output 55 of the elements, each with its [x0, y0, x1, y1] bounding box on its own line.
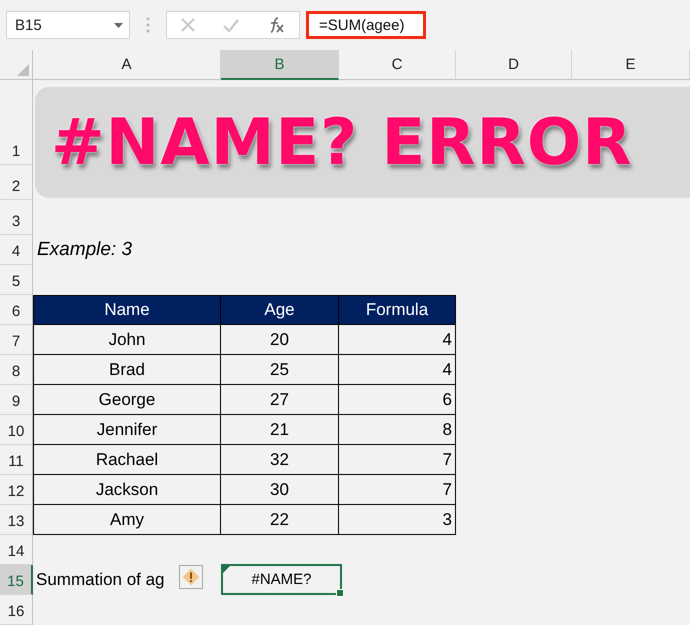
table-cell: 21 — [221, 415, 339, 445]
row-header[interactable]: 1 — [0, 80, 33, 165]
row-header[interactable]: 5 — [0, 265, 33, 295]
table-cell: Amy — [33, 505, 221, 535]
selected-cell[interactable]: #NAME? — [221, 564, 342, 595]
table-cell: 30 — [221, 475, 339, 505]
table-cell: John — [33, 325, 221, 355]
row-header[interactable]: 3 — [0, 200, 33, 235]
error-warning-icon[interactable] — [179, 565, 203, 589]
formula-field[interactable]: =SUM(agee) — [306, 11, 426, 39]
table-cell: 7 — [339, 445, 456, 475]
table-cell: 4 — [339, 325, 456, 355]
table-cell: 6 — [339, 385, 456, 415]
table-cell: 3 — [339, 505, 456, 535]
error-indicator-icon — [223, 566, 230, 573]
table-cell: 25 — [221, 355, 339, 385]
column-header[interactable]: E — [572, 50, 690, 80]
table-cell: 4 — [339, 355, 456, 385]
example-label: Example: 3 — [36, 238, 134, 262]
table-cell: George — [33, 385, 221, 415]
summation-label: Summation of ag — [36, 570, 165, 590]
row-header[interactable]: 11 — [0, 445, 33, 475]
row-header[interactable]: 15 — [0, 565, 33, 595]
dropdown-caret-icon[interactable] — [114, 22, 123, 28]
table-cell: Jennifer — [33, 415, 221, 445]
table-cell: 32 — [221, 445, 339, 475]
row-header[interactable]: 12 — [0, 475, 33, 505]
row-header[interactable]: 2 — [0, 165, 33, 200]
title-banner: #NAME? ERROR — [35, 87, 690, 198]
table-cell: 22 — [221, 505, 339, 535]
column-header[interactable]: C — [339, 50, 456, 80]
table-header: Age — [221, 295, 339, 325]
row-header[interactable]: 10 — [0, 415, 33, 445]
table-cell: Jackson — [33, 475, 221, 505]
row-header[interactable]: 9 — [0, 385, 33, 415]
row-header[interactable]: 7 — [0, 325, 33, 355]
column-header[interactable]: A — [33, 50, 221, 80]
table-cell: 8 — [339, 415, 456, 445]
table-cell: Brad — [33, 355, 221, 385]
table-cell: 7 — [339, 475, 456, 505]
row-header[interactable]: 16 — [0, 595, 33, 625]
table-header: Formula — [339, 295, 456, 325]
row-header[interactable]: 8 — [0, 355, 33, 385]
checkmark-icon[interactable] — [223, 18, 239, 32]
column-header[interactable]: B — [221, 50, 339, 80]
table-cell: 20 — [221, 325, 339, 355]
row-header[interactable]: 13 — [0, 505, 33, 535]
fill-handle[interactable] — [336, 589, 344, 597]
drag-handle-icon — [146, 17, 150, 33]
table-cell: Rachael — [33, 445, 221, 475]
row-header[interactable]: 4 — [0, 235, 33, 265]
table-cell: 27 — [221, 385, 339, 415]
column-header[interactable]: D — [456, 50, 572, 80]
name-box[interactable]: B15 — [6, 11, 130, 39]
table-header: Name — [33, 295, 221, 325]
